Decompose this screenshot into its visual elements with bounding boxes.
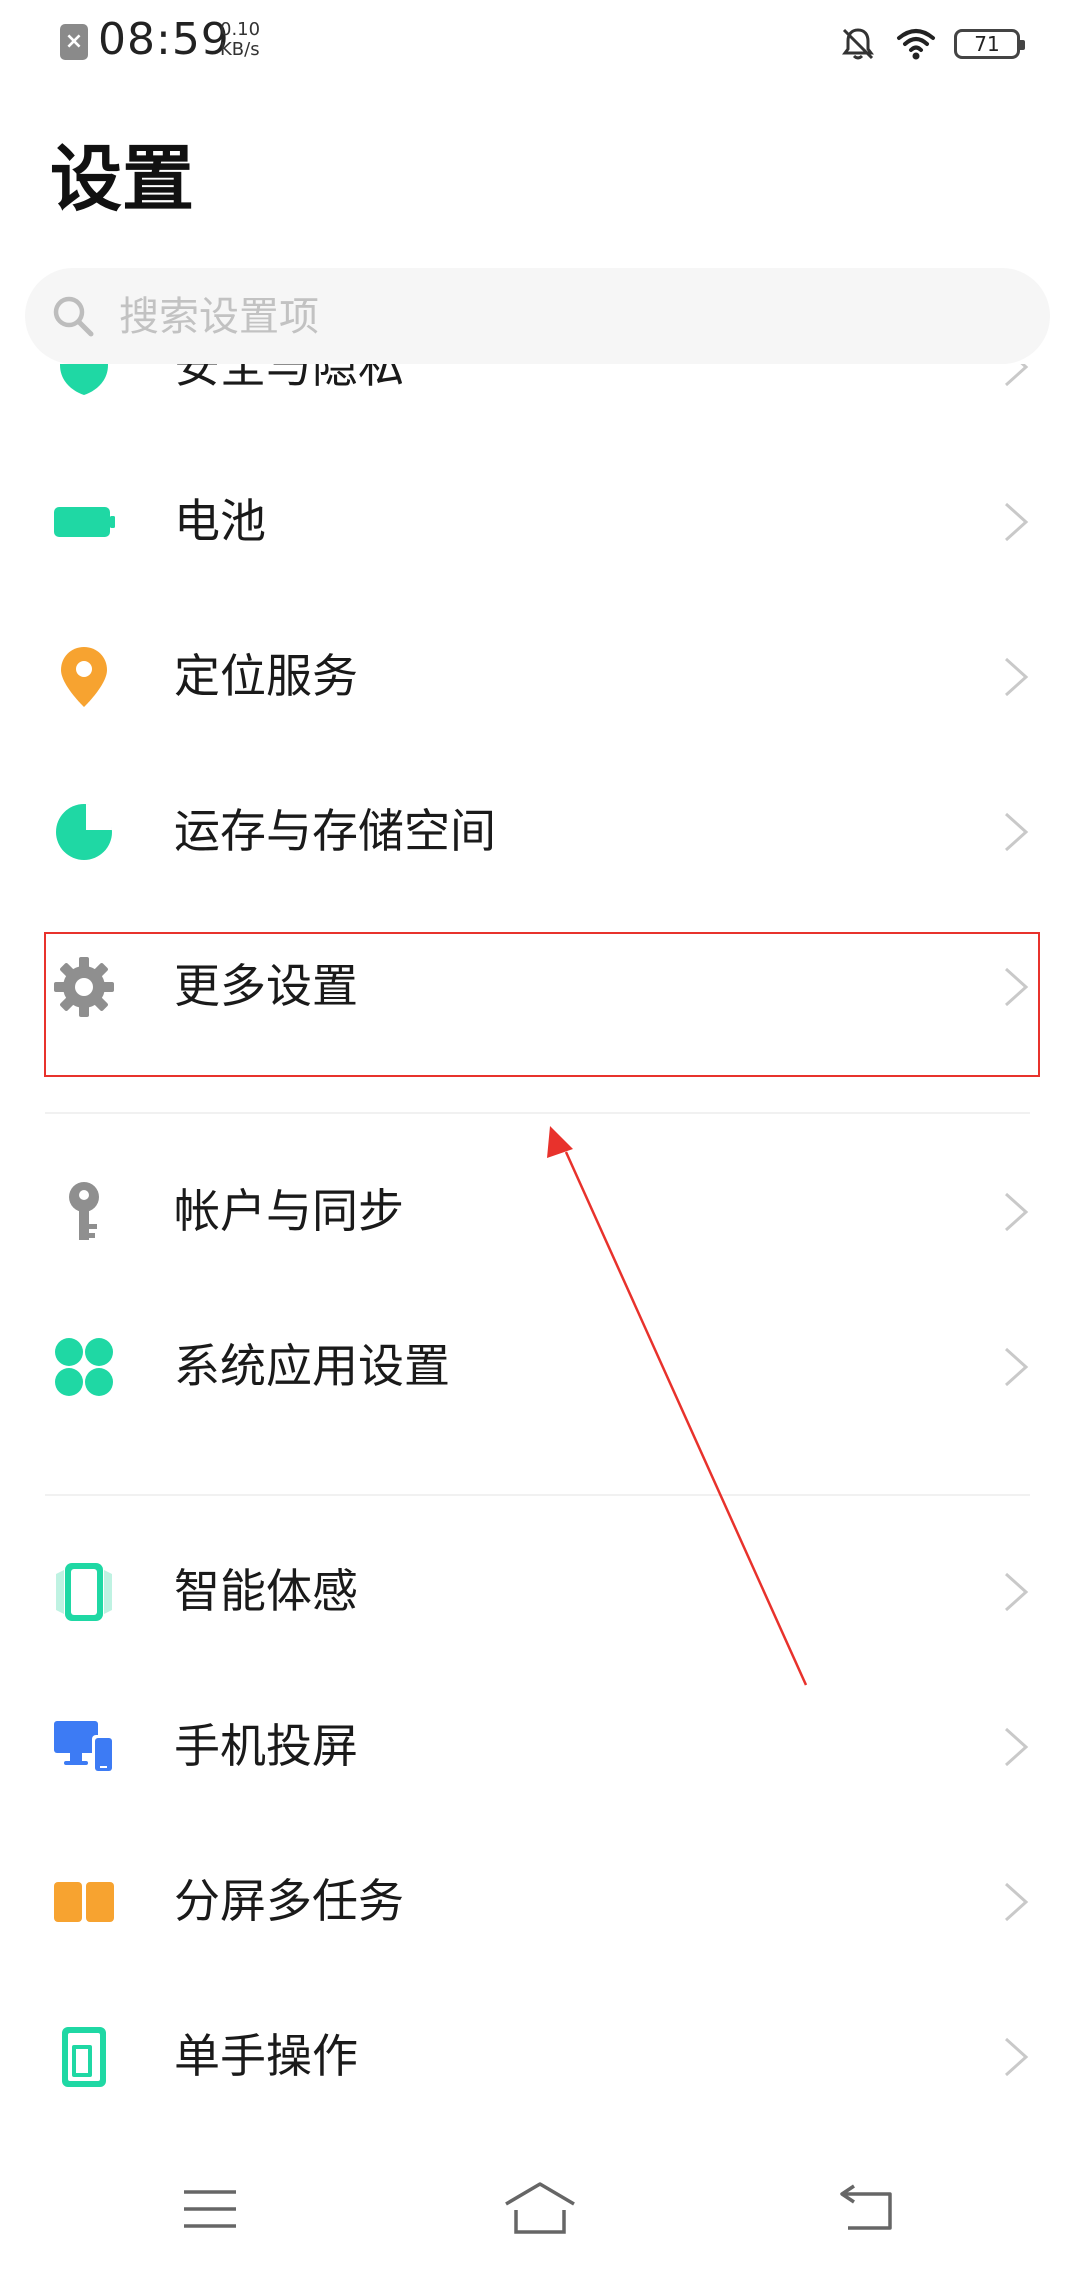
settings-item-label: 安全与隐私: [174, 364, 404, 393]
chevron-right-icon: [1004, 967, 1029, 1007]
settings-item-screen-cast[interactable]: 手机投屏: [0, 1669, 1080, 1824]
settings-item-security[interactable]: 安全与隐私: [0, 364, 1080, 444]
chevron-right-icon: [1004, 1572, 1029, 1612]
wifi-icon: [897, 29, 935, 60]
shield-icon: [60, 364, 108, 395]
chevron-right-icon: [1004, 657, 1029, 697]
settings-item-one-hand[interactable]: 单手操作: [0, 1979, 1080, 2134]
back-icon[interactable]: [838, 2182, 900, 2234]
settings-item-label: 单手操作: [174, 2029, 358, 2083]
motion-phone-icon: [56, 1563, 112, 1621]
search-icon: [53, 296, 94, 337]
gear-icon: [54, 957, 114, 1017]
status-bar: × 08:59 0.10 KB/s 71: [0, 0, 1080, 90]
chevron-right-icon: [1004, 1882, 1029, 1922]
page-title: 设置: [50, 137, 195, 221]
settings-item-smart-motion[interactable]: 智能体感: [0, 1514, 1080, 1669]
apps-grid-icon: [55, 1338, 113, 1396]
settings-item-label: 电池: [174, 494, 266, 548]
settings-item-more-settings[interactable]: 更多设置: [0, 909, 1080, 1064]
settings-item-battery[interactable]: 电池: [0, 444, 1080, 599]
settings-item-split-screen[interactable]: 分屏多任务: [0, 1824, 1080, 1979]
settings-item-label: 分屏多任务: [174, 1874, 404, 1928]
network-speed-value: 0.10: [220, 19, 261, 40]
settings-item-label: 手机投屏: [174, 1719, 358, 1773]
search-input[interactable]: [117, 282, 1021, 352]
settings-list: 安全与隐私 电池 定位服务 运存与存储空间 更多设置 帐户与同步 系统应用设置 …: [0, 364, 1080, 2140]
location-pin-icon: [61, 647, 107, 707]
settings-item-label: 帐户与同步: [174, 1184, 404, 1238]
settings-item-accounts[interactable]: 帐户与同步: [0, 1134, 1080, 1289]
chevron-right-icon: [1004, 2037, 1029, 2077]
pie-chart-icon: [56, 804, 112, 860]
navigation-bar: [0, 2140, 1080, 2280]
sim-error-icon: ×: [60, 24, 88, 60]
settings-item-label: 定位服务: [174, 649, 358, 703]
group-divider: [45, 1112, 1030, 1114]
chevron-right-icon: [1004, 502, 1029, 542]
network-speed: 0.10 KB/s: [220, 20, 280, 60]
chevron-right-icon: [1004, 1347, 1029, 1387]
menu-icon[interactable]: [180, 2184, 240, 2234]
split-screen-icon: [54, 1882, 114, 1922]
network-speed-unit: KB/s: [220, 39, 260, 60]
settings-item-location[interactable]: 定位服务: [0, 599, 1080, 754]
battery-icon: [54, 507, 115, 537]
screen-cast-icon: [54, 1721, 114, 1773]
battery-indicator: 71: [954, 29, 1025, 59]
settings-item-label: 更多设置: [174, 959, 358, 1013]
chevron-right-icon: [1004, 812, 1029, 852]
group-divider: [45, 1494, 1030, 1496]
chevron-right-icon: [1004, 1192, 1029, 1232]
search-bar[interactable]: [25, 268, 1050, 364]
status-time: 08:59: [98, 14, 230, 65]
bell-muted-icon: [842, 28, 874, 60]
chevron-right-icon: [1004, 1727, 1029, 1767]
settings-item-label: 智能体感: [174, 1564, 358, 1618]
home-icon[interactable]: [502, 2180, 578, 2236]
settings-item-storage[interactable]: 运存与存储空间: [0, 754, 1080, 909]
status-icons: 71: [838, 20, 1025, 68]
settings-item-label: 系统应用设置: [174, 1339, 450, 1393]
settings-screen: × 08:59 0.10 KB/s 71 设置 搜索设置项 安全与隐私 电池 定…: [0, 0, 1080, 2280]
chevron-right-icon: [1004, 364, 1029, 387]
settings-item-system-apps[interactable]: 系统应用设置: [0, 1289, 1080, 1444]
one-hand-icon: [62, 2027, 106, 2087]
settings-item-label: 运存与存储空间: [174, 804, 496, 858]
key-icon: [69, 1182, 99, 1240]
